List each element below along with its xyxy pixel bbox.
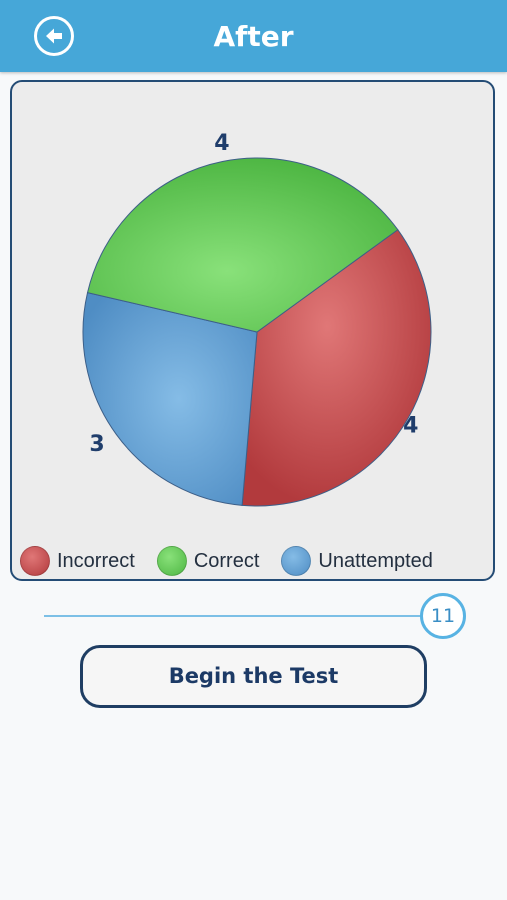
legend-swatch-unattempted bbox=[281, 546, 312, 576]
slice-label-correct: 4 bbox=[214, 131, 229, 156]
legend-item-incorrect: Incorrect bbox=[20, 546, 135, 576]
header-bar: After bbox=[0, 0, 507, 72]
slider-knob[interactable]: 11 bbox=[420, 593, 466, 639]
slice-label-incorrect: 4 bbox=[403, 413, 418, 438]
legend-label-correct: Correct bbox=[193, 549, 260, 572]
chart-panel: 4 3 4 Incorrect Correct Unattempted bbox=[10, 80, 495, 581]
legend-label-unattempted: Unattempted bbox=[318, 549, 433, 572]
page-title: After bbox=[213, 20, 294, 53]
legend-swatch-correct bbox=[156, 546, 187, 576]
legend-label-incorrect: Incorrect bbox=[57, 549, 135, 572]
slider-track[interactable] bbox=[44, 615, 424, 617]
legend-item-correct: Correct bbox=[156, 546, 260, 576]
legend-swatch-incorrect bbox=[20, 546, 50, 576]
legend-item-unattempted: Unattempted bbox=[281, 546, 433, 576]
slice-label-unattempted: 3 bbox=[89, 432, 104, 457]
pie-chart: 4 3 4 bbox=[82, 131, 432, 507]
chart-legend: Incorrect Correct Unattempted bbox=[20, 544, 433, 578]
begin-test-button[interactable]: Begin the Test bbox=[80, 645, 427, 708]
